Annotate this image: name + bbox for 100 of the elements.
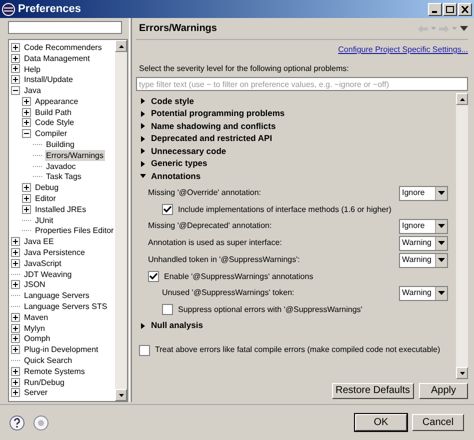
scroll-up-icon[interactable] <box>460 98 464 100</box>
expand-caret-icon[interactable] <box>140 160 146 167</box>
tree-item[interactable]: Java <box>23 85 42 96</box>
view-menu-icon[interactable] <box>460 26 468 31</box>
expand-icon[interactable] <box>11 280 20 290</box>
expand-icon[interactable] <box>11 345 20 354</box>
tree-item[interactable]: Language Servers <box>23 290 90 302</box>
tree-item[interactable]: Run/Debug <box>23 376 66 388</box>
severity-dropdown[interactable]: Warning <box>399 286 448 300</box>
section-header[interactable]: Annotations <box>151 170 201 183</box>
expand-icon[interactable] <box>22 118 31 128</box>
tree-item[interactable]: Help <box>23 64 42 74</box>
checkbox[interactable] <box>162 304 173 315</box>
expand-icon[interactable] <box>11 388 20 398</box>
expand-icon[interactable] <box>22 108 31 117</box>
tree-item[interactable]: JSON <box>23 279 46 290</box>
expand-icon[interactable] <box>11 312 20 322</box>
tree-item[interactable]: Building <box>45 139 76 150</box>
filter-field[interactable] <box>8 21 122 34</box>
scroll-up-icon[interactable] <box>118 44 124 48</box>
apply-button[interactable]: Apply <box>419 383 468 399</box>
help-icon[interactable] <box>9 414 25 430</box>
tree-item[interactable]: Oomph <box>23 333 52 344</box>
severity-dropdown[interactable]: Ignore <box>399 186 448 200</box>
expand-caret-icon[interactable] <box>140 148 146 154</box>
severity-dropdown[interactable]: Ignore <box>399 218 448 234</box>
tree-item[interactable]: Appearance <box>34 96 80 107</box>
expand-caret-icon[interactable] <box>140 110 146 117</box>
tree-item[interactable]: JUnit <box>34 214 54 226</box>
checkbox[interactable] <box>139 344 150 356</box>
filter-field[interactable]: type filter text (use ~ to filter on preference values, e.g. ~ignore or ~off) <box>136 77 468 91</box>
record-icon[interactable] <box>33 414 49 430</box>
tree-item[interactable]: JavaScript <box>23 258 62 269</box>
expand-caret-icon[interactable] <box>140 98 146 104</box>
minimize-button[interactable] <box>428 2 442 16</box>
tree-item[interactable]: Installed JREs <box>34 204 88 215</box>
severity-dropdown[interactable]: Warning <box>399 252 448 268</box>
tree-item[interactable]: Quick Search <box>23 355 74 366</box>
expand-icon[interactable] <box>22 96 31 106</box>
expand-icon[interactable] <box>11 366 20 376</box>
expand-icon[interactable] <box>11 54 20 63</box>
tree-item[interactable]: Server <box>23 387 49 398</box>
section-header[interactable]: Code style <box>151 94 194 108</box>
tree-item[interactable]: Javadoc <box>45 160 77 172</box>
checkbox[interactable] <box>162 204 173 215</box>
expand-icon[interactable] <box>11 378 20 387</box>
severity-dropdown[interactable]: Warning <box>399 236 448 250</box>
collapse-caret-icon[interactable] <box>140 173 146 180</box>
scroll-down-icon[interactable] <box>118 394 124 396</box>
section-header[interactable]: Name shadowing and conflicts <box>151 120 276 133</box>
expand-icon[interactable] <box>22 194 31 204</box>
tree-item[interactable]: Properties Files Editor <box>34 225 115 236</box>
tree-item[interactable]: Code Recommenders <box>23 42 103 53</box>
tree-item[interactable]: Build Path <box>34 106 72 118</box>
tree-item[interactable]: Java Persistence <box>23 247 86 258</box>
tree-item[interactable]: Install/Update <box>23 74 74 86</box>
expand-icon[interactable] <box>11 324 20 333</box>
expand-icon[interactable] <box>11 237 20 246</box>
expand-icon[interactable] <box>11 75 20 84</box>
expand-caret-icon[interactable] <box>140 322 146 329</box>
tree-item[interactable]: Maven <box>23 312 50 323</box>
section-header[interactable]: Potential programming problems <box>151 107 285 120</box>
expand-icon[interactable] <box>11 334 20 344</box>
tree-item[interactable]: Compiler <box>34 128 68 140</box>
tree-item[interactable]: Plug-in Development <box>23 344 100 356</box>
tree-item[interactable]: Debug <box>34 182 60 194</box>
expand-icon[interactable] <box>11 248 20 258</box>
tree-item[interactable]: Remote Systems <box>23 366 86 377</box>
configure-link[interactable]: Configure Project Specific Settings... <box>338 44 468 56</box>
cancel-button[interactable]: Cancel <box>412 414 464 431</box>
restore-defaults-button[interactable]: Restore Defaults <box>332 383 414 399</box>
tree-item[interactable]: Java EE <box>23 236 55 248</box>
expand-icon[interactable] <box>11 64 20 74</box>
tree-item[interactable]: Task Tags <box>45 171 82 182</box>
expand-caret-icon[interactable] <box>140 123 146 130</box>
tree-item[interactable]: Data Management <box>23 52 91 64</box>
section-header[interactable]: Null analysis <box>151 319 203 332</box>
section-header[interactable]: Unnecessary code <box>151 144 226 158</box>
tree-item[interactable]: Errors/Warnings <box>45 150 104 161</box>
tree-item[interactable]: Code Style <box>34 117 76 128</box>
collapse-icon[interactable] <box>11 86 20 96</box>
tree-item[interactable]: Mylyn <box>23 322 46 334</box>
ok-button[interactable]: OK <box>355 414 407 431</box>
tree-scrollbar[interactable] <box>115 40 127 401</box>
expand-icon[interactable] <box>22 204 31 214</box>
close-button[interactable] <box>458 2 472 16</box>
expand-icon[interactable] <box>22 183 31 192</box>
maximize-button[interactable] <box>443 2 457 16</box>
section-header[interactable]: Deprecated and restricted API <box>151 132 272 146</box>
expand-icon[interactable] <box>11 42 20 52</box>
expand-caret-icon[interactable] <box>140 136 146 142</box>
tree-item[interactable]: JDT Weaving <box>23 268 73 280</box>
scroll-down-icon[interactable] <box>460 372 464 374</box>
tree-item[interactable]: Language Servers STS <box>23 301 108 312</box>
section-header[interactable]: Generic types <box>151 157 208 170</box>
expand-icon[interactable] <box>11 258 20 268</box>
options-scrollbar[interactable] <box>456 93 468 379</box>
tree-item[interactable]: Editor <box>34 193 57 204</box>
checkbox[interactable] <box>148 271 159 282</box>
collapse-icon[interactable] <box>22 129 31 138</box>
